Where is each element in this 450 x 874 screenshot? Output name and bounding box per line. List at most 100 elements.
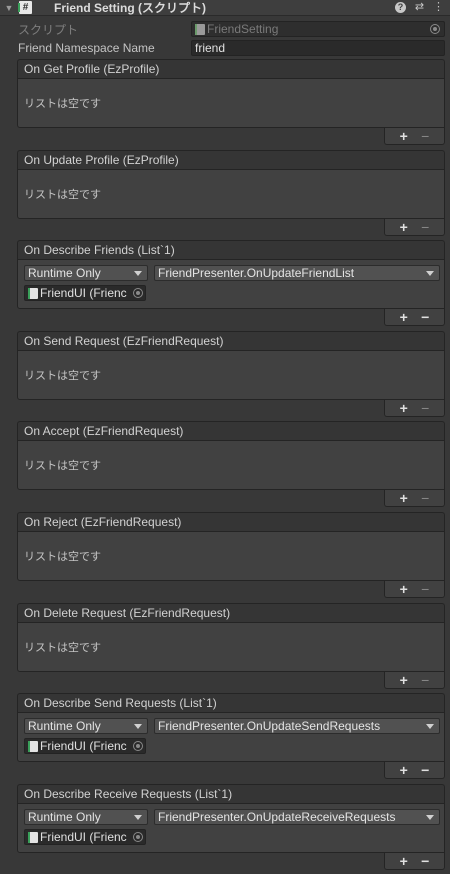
function-value: FriendPresenter.OnUpdateFriendList <box>158 266 355 280</box>
event-footer: + − <box>384 128 445 145</box>
event-title: On Describe Receive Requests (List`1) <box>24 787 233 801</box>
event-block: On Describe Friends (List`1) Runtime Onl… <box>17 240 445 327</box>
runtime-mode-value: Runtime Only <box>28 719 101 733</box>
dropdown-arrow-icon <box>426 271 434 276</box>
function-dropdown[interactable]: FriendPresenter.OnUpdateReceiveRequests <box>154 809 440 825</box>
event-title: On Describe Friends (List`1) <box>24 243 175 257</box>
event-block: On Accept (EzFriendRequest) リストは空です + − <box>17 421 445 508</box>
event-list-body: リストは空です <box>17 350 445 400</box>
event-title: On Accept (EzFriendRequest) <box>24 424 184 438</box>
add-listener-button[interactable]: + <box>400 582 408 596</box>
event-footer: + − <box>384 400 445 417</box>
script-asset-icon <box>28 740 38 752</box>
script-icon: # <box>18 1 32 14</box>
runtime-mode-dropdown[interactable]: Runtime Only <box>24 809 148 825</box>
event-block: On Delete Request (EzFriendRequest) リストは… <box>17 603 445 690</box>
event-header: On Send Request (EzFriendRequest) <box>17 331 445 350</box>
event-header: On Describe Send Requests (List`1) <box>17 693 445 712</box>
event-header: On Accept (EzFriendRequest) <box>17 421 445 440</box>
add-listener-button[interactable]: + <box>400 401 408 415</box>
event-block: On Describe Receive Requests (List`1) Ru… <box>17 784 445 871</box>
remove-listener-button[interactable]: − <box>421 854 429 868</box>
help-icon[interactable]: ? <box>395 2 406 13</box>
script-asset-icon <box>195 23 205 35</box>
script-asset-icon <box>28 831 38 843</box>
empty-list-text: リストは空です <box>24 370 101 382</box>
runtime-mode-dropdown[interactable]: Runtime Only <box>24 265 148 281</box>
script-value: FriendSetting <box>207 22 279 36</box>
script-row: スクリプト FriendSetting <box>0 20 450 38</box>
empty-list-text: リストは空です <box>24 642 101 654</box>
object-picker-icon[interactable] <box>133 832 143 842</box>
event-title: On Get Profile (EzProfile) <box>24 62 160 76</box>
event-footer: + − <box>384 853 445 870</box>
event-title: On Send Request (EzFriendRequest) <box>24 334 224 348</box>
event-list-body: リストは空です <box>17 440 445 490</box>
script-object-field: FriendSetting <box>191 21 445 37</box>
event-footer: + − <box>384 762 445 779</box>
remove-listener-button[interactable]: − <box>421 673 429 687</box>
add-listener-button[interactable]: + <box>400 220 408 234</box>
remove-listener-button[interactable]: − <box>421 491 429 505</box>
event-title: On Describe Send Requests (List`1) <box>24 696 217 710</box>
remove-listener-button[interactable]: − <box>421 129 429 143</box>
remove-listener-button[interactable]: − <box>421 310 429 324</box>
add-listener-button[interactable]: + <box>400 491 408 505</box>
target-object-value: FriendUI (Frienc <box>40 739 127 753</box>
target-object-value: FriendUI (Frienc <box>40 286 127 300</box>
target-object-field[interactable]: FriendUI (Frienc <box>24 738 146 754</box>
event-header: On Describe Receive Requests (List`1) <box>17 784 445 803</box>
event-footer: + − <box>384 309 445 326</box>
event-list-body: Runtime Only FriendPresenter.OnUpdateFri… <box>17 259 445 309</box>
empty-list-text: リストは空です <box>24 189 101 201</box>
event-header: On Get Profile (EzProfile) <box>17 59 445 78</box>
event-block: On Get Profile (EzProfile) リストは空です + − <box>17 59 445 146</box>
object-picker-icon[interactable] <box>133 741 143 751</box>
event-block: On Describe Send Requests (List`1) Runti… <box>17 693 445 780</box>
remove-listener-button[interactable]: − <box>421 401 429 415</box>
function-dropdown[interactable]: FriendPresenter.OnUpdateFriendList <box>154 265 440 281</box>
dropdown-arrow-icon <box>426 815 434 820</box>
add-listener-button[interactable]: + <box>400 673 408 687</box>
object-picker-icon[interactable] <box>133 288 143 298</box>
empty-list-text: リストは空です <box>24 98 101 110</box>
foldout-arrow-icon[interactable]: ▼ <box>2 3 16 13</box>
remove-listener-button[interactable]: − <box>421 220 429 234</box>
component-header[interactable]: ▼ # Friend Setting (スクリプト) ? ⇄ ⋮ <box>0 0 450 16</box>
empty-list-text: リストは空です <box>24 460 101 472</box>
script-label: スクリプト <box>18 22 79 37</box>
namespace-input[interactable]: friend <box>191 40 445 56</box>
event-header: On Describe Friends (List`1) <box>17 240 445 259</box>
runtime-mode-dropdown[interactable]: Runtime Only <box>24 718 148 734</box>
event-footer: + − <box>384 581 445 598</box>
dropdown-arrow-icon <box>426 724 434 729</box>
remove-listener-button[interactable]: − <box>421 763 429 777</box>
event-list-body: リストは空です <box>17 622 445 672</box>
namespace-value: friend <box>195 41 226 55</box>
add-listener-button[interactable]: + <box>400 310 408 324</box>
event-list-body: Runtime Only FriendPresenter.OnUpdateSen… <box>17 712 445 762</box>
event-header: On Reject (EzFriendRequest) <box>17 512 445 531</box>
event-list-body: Runtime Only FriendPresenter.OnUpdateRec… <box>17 803 445 853</box>
event-title: On Reject (EzFriendRequest) <box>24 515 182 529</box>
remove-listener-button[interactable]: − <box>421 582 429 596</box>
event-footer: + − <box>384 490 445 507</box>
function-value: FriendPresenter.OnUpdateReceiveRequests <box>158 810 396 824</box>
event-title: On Delete Request (EzFriendRequest) <box>24 606 231 620</box>
event-list-body: リストは空です <box>17 78 445 128</box>
function-value: FriendPresenter.OnUpdateSendRequests <box>158 719 381 733</box>
object-picker-icon <box>430 24 440 34</box>
add-listener-button[interactable]: + <box>400 129 408 143</box>
function-dropdown[interactable]: FriendPresenter.OnUpdateSendRequests <box>154 718 440 734</box>
target-object-value: FriendUI (Frienc <box>40 830 127 844</box>
preset-icon[interactable]: ⇄ <box>414 2 425 13</box>
add-listener-button[interactable]: + <box>400 854 408 868</box>
event-header: On Delete Request (EzFriendRequest) <box>17 603 445 622</box>
add-listener-button[interactable]: + <box>400 763 408 777</box>
target-object-field[interactable]: FriendUI (Frienc <box>24 285 146 301</box>
event-block: On Send Request (EzFriendRequest) リストは空で… <box>17 331 445 418</box>
runtime-mode-value: Runtime Only <box>28 266 101 280</box>
target-object-field[interactable]: FriendUI (Frienc <box>24 829 146 845</box>
namespace-label: Friend Namespace Name <box>18 41 155 55</box>
context-menu-icon[interactable]: ⋮ <box>433 2 444 13</box>
